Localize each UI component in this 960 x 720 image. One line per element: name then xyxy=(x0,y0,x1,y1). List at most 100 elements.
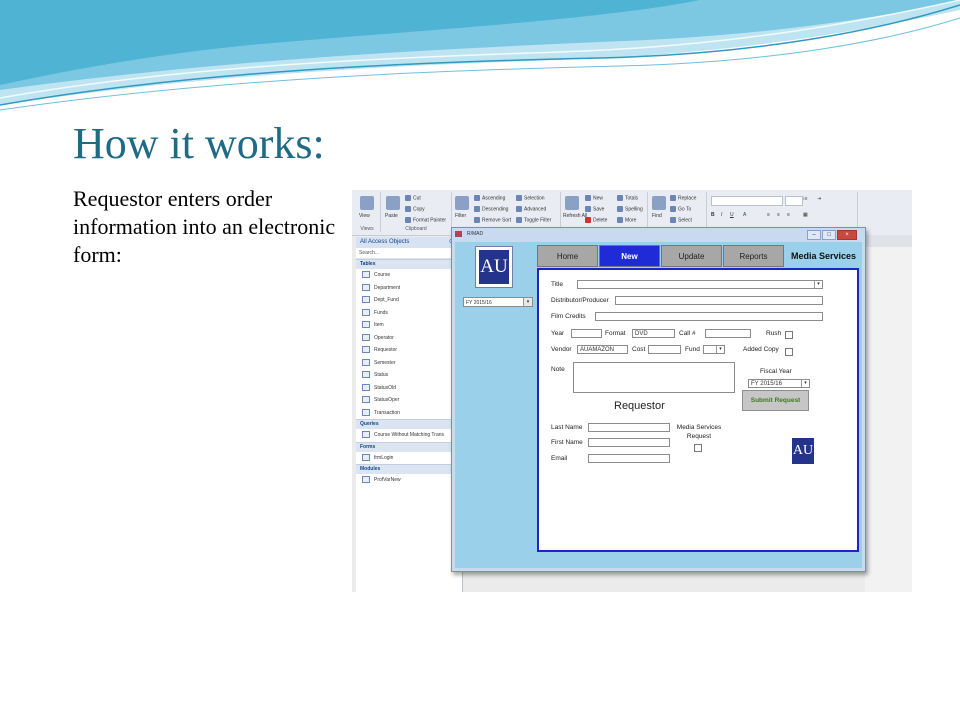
copy-icon xyxy=(405,206,411,212)
font-color-button[interactable]: A xyxy=(743,212,746,218)
totals-label: Totals xyxy=(625,195,639,202)
nav-module-item[interactable]: ProfVarNew xyxy=(356,474,462,487)
save-record-button[interactable]: Save xyxy=(585,206,604,212)
nav-table-item[interactable]: Operator xyxy=(356,332,462,345)
nav-table-item[interactable]: Funds xyxy=(356,307,462,320)
submit-request-button[interactable]: Submit Request xyxy=(742,390,809,411)
distributor-field[interactable] xyxy=(615,296,823,305)
nav-table-item[interactable]: Requestor xyxy=(356,344,462,357)
minimize-button[interactable]: – xyxy=(807,230,821,240)
rush-checkbox[interactable] xyxy=(785,331,793,339)
tab-reports[interactable]: Reports xyxy=(723,245,784,267)
goto-button[interactable]: Go To xyxy=(670,206,691,212)
call-number-field[interactable] xyxy=(705,329,751,338)
format-field[interactable]: DVD xyxy=(632,329,675,338)
replace-button[interactable]: Replace xyxy=(670,195,696,201)
nav-table-item[interactable]: StatusOper xyxy=(356,394,462,407)
spelling-button[interactable]: Spelling xyxy=(617,206,643,212)
table-icon xyxy=(362,358,370,366)
form-window-titlebar[interactable]: R/MAD – □ × xyxy=(452,228,865,240)
format-painter-button[interactable]: Format Painter xyxy=(405,217,446,223)
vendor-field[interactable]: AUAMAZON xyxy=(577,345,628,354)
delete-record-button[interactable]: Delete xyxy=(585,217,607,223)
chevron-down-icon[interactable]: ▾ xyxy=(716,346,724,353)
first-name-field[interactable] xyxy=(588,438,670,447)
fiscal-year-field[interactable]: FY 2015/16 ▾ xyxy=(748,379,810,388)
table-icon xyxy=(362,271,370,279)
ascending-button[interactable]: Ascending xyxy=(474,195,505,201)
font-size-combo[interactable] xyxy=(785,196,803,206)
find-button[interactable]: Find xyxy=(652,213,662,219)
nav-table-item[interactable]: Transaction xyxy=(356,407,462,420)
advanced-button[interactable]: Advanced xyxy=(516,206,546,212)
chevron-down-icon[interactable]: ▾ xyxy=(523,298,532,306)
remove-sort-button[interactable]: Remove Sort xyxy=(474,217,511,223)
tab-new[interactable]: New xyxy=(599,245,660,267)
paste-button[interactable]: Paste xyxy=(385,213,398,219)
font-name-combo[interactable] xyxy=(711,196,783,206)
chevron-down-icon[interactable]: ▾ xyxy=(801,380,809,387)
save-record-label: Save xyxy=(593,206,605,213)
chevron-down-icon[interactable]: ▾ xyxy=(814,281,822,288)
refresh-all-button[interactable]: Refresh All xyxy=(563,213,587,219)
tab-home[interactable]: Home xyxy=(537,245,598,267)
nav-query-item[interactable]: Course Without Matching Trans xyxy=(356,429,462,442)
nav-table-item[interactable]: Semester xyxy=(356,357,462,370)
nav-pane-header[interactable]: All Access Objects ⊙ xyxy=(356,237,462,248)
select-button[interactable]: Select xyxy=(670,217,692,223)
indent-icon[interactable]: ⇥ xyxy=(817,196,821,202)
nav-table-item-label: StatusOper xyxy=(374,397,400,403)
nav-category-modules[interactable]: Modules xyxy=(356,464,462,474)
copy-button[interactable]: Copy xyxy=(405,206,425,212)
underline-button[interactable]: U xyxy=(730,212,734,218)
clipboard-group-label: Clipboard xyxy=(405,226,427,232)
title-field[interactable]: ▾ xyxy=(577,280,823,289)
descending-button[interactable]: Descending xyxy=(474,206,508,212)
new-record-button[interactable]: New xyxy=(585,195,603,201)
tab-update[interactable]: Update xyxy=(661,245,722,267)
last-name-field[interactable] xyxy=(588,423,670,432)
table-icon xyxy=(362,308,370,316)
nav-category-queries[interactable]: Queries xyxy=(356,419,462,429)
italic-button[interactable]: I xyxy=(721,212,722,218)
more-button[interactable]: More xyxy=(617,217,636,223)
nav-table-item[interactable]: Course xyxy=(356,269,462,282)
ribbon-group-records: Refresh All New Save Delete Totals Spell… xyxy=(561,192,648,232)
nav-table-item[interactable]: Status xyxy=(356,369,462,382)
cost-field[interactable] xyxy=(648,345,681,354)
nav-search-input[interactable]: Search... xyxy=(356,248,462,259)
logo-letters-small: AU xyxy=(792,438,814,464)
nav-table-item[interactable]: Item xyxy=(356,319,462,332)
nav-table-item[interactable]: StatusOld xyxy=(356,382,462,395)
filter-button[interactable]: Filter xyxy=(455,213,466,219)
added-copy-checkbox[interactable] xyxy=(785,348,793,356)
align-right-icon[interactable]: ≡ xyxy=(787,212,790,218)
restore-button[interactable]: □ xyxy=(822,230,836,240)
nav-category-tables[interactable]: Tables xyxy=(356,259,462,269)
bullets-icon[interactable]: ⁝≡ xyxy=(803,196,808,202)
year-field[interactable] xyxy=(571,329,602,338)
more-label: More xyxy=(625,217,637,224)
fiscal-year-selector[interactable]: FY 2015/16 ▾ xyxy=(463,297,533,307)
nav-table-item[interactable]: Dept_Fund xyxy=(356,294,462,307)
close-button[interactable]: × xyxy=(837,230,857,240)
nav-table-item[interactable]: Department xyxy=(356,282,462,295)
note-field[interactable] xyxy=(573,362,735,393)
align-center-icon[interactable]: ≡ xyxy=(777,212,780,218)
view-button[interactable]: View xyxy=(359,213,370,219)
gridlines-icon[interactable]: ▦ xyxy=(803,212,808,218)
film-credits-field[interactable] xyxy=(595,312,823,321)
form-icon xyxy=(362,453,370,461)
cut-button[interactable]: Cut xyxy=(405,195,421,201)
totals-button[interactable]: Totals xyxy=(617,195,638,201)
media-services-request-checkbox[interactable] xyxy=(694,444,702,452)
email-field[interactable] xyxy=(588,454,670,463)
fund-field[interactable]: ▾ xyxy=(703,345,725,354)
nav-category-forms[interactable]: Forms xyxy=(356,441,462,452)
bold-button[interactable]: B xyxy=(711,212,715,218)
toggle-filter-button[interactable]: Toggle Filter xyxy=(516,217,551,223)
align-left-icon[interactable]: ≡ xyxy=(767,212,770,218)
selection-button[interactable]: Selection xyxy=(516,195,545,201)
nav-form-item[interactable]: frmLogin xyxy=(356,452,462,465)
queries-list: Course Without Matching Trans xyxy=(356,429,462,442)
